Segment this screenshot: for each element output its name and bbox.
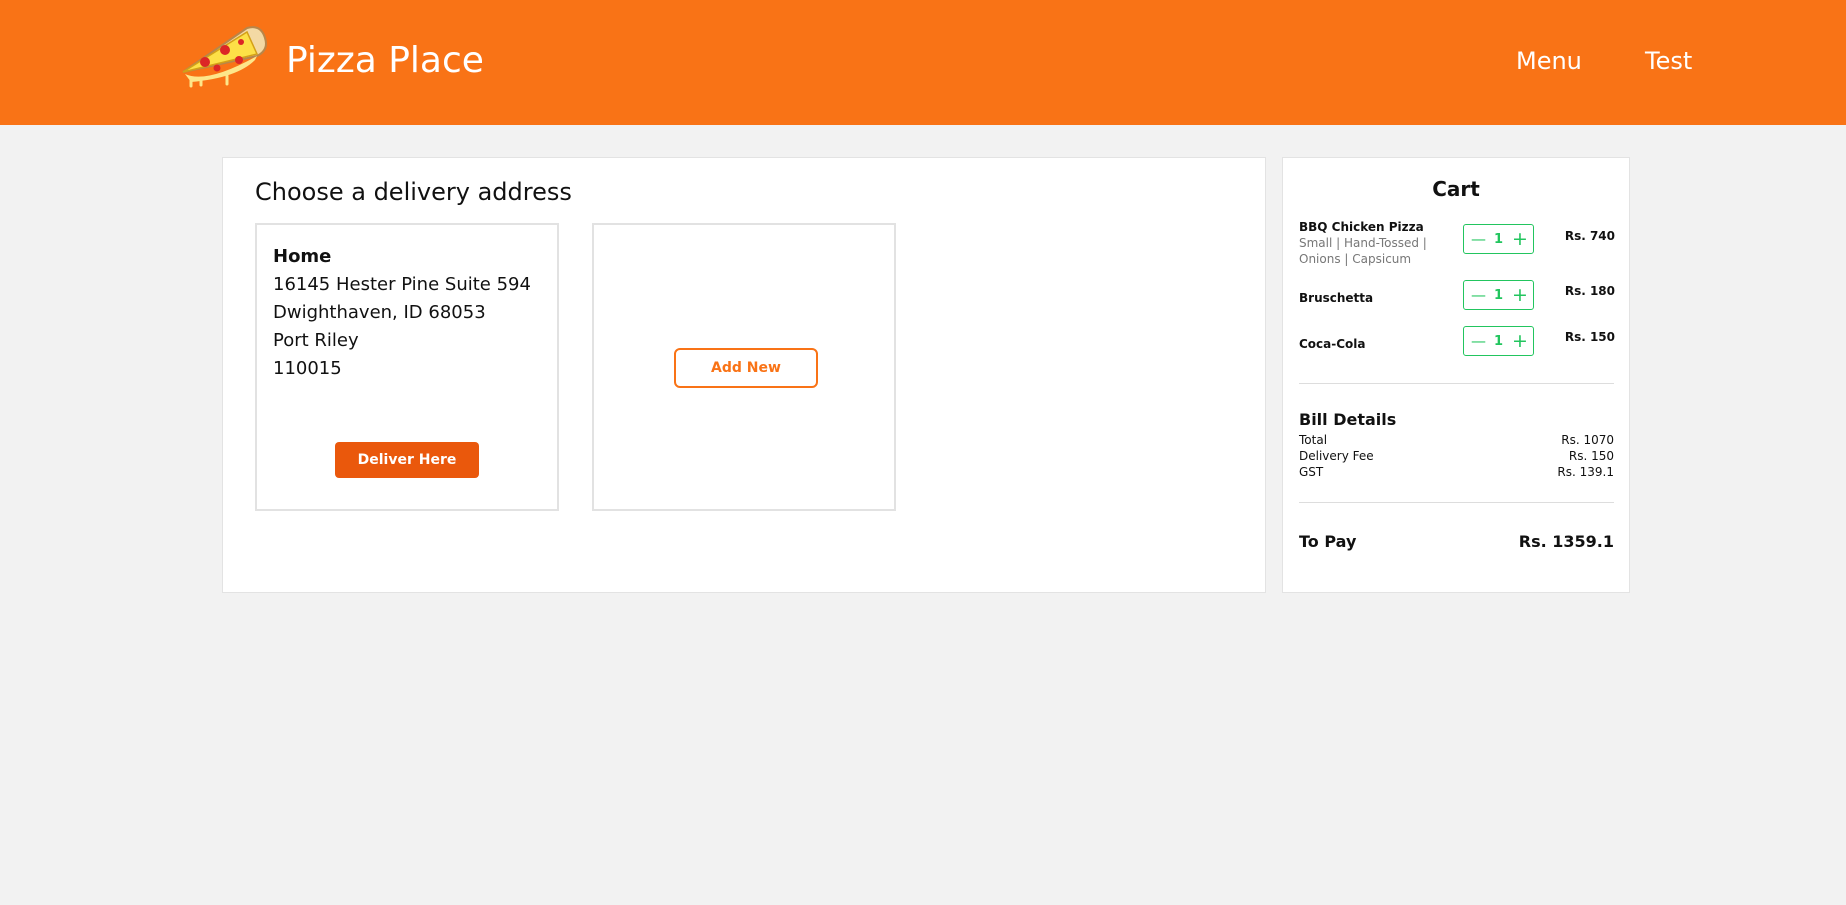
- cart-item-price: Rs. 180: [1564, 284, 1615, 298]
- cart-item-name: BBQ Chicken Pizza: [1299, 220, 1424, 234]
- quantity-value: 1: [1494, 334, 1504, 349]
- bill-label: GST: [1299, 465, 1324, 479]
- increase-quantity-button[interactable]: +: [1512, 284, 1528, 306]
- delivery-address-panel: Choose a delivery address Home 16145 Hes…: [222, 157, 1266, 593]
- nav-menu-link[interactable]: Menu: [1516, 46, 1582, 76]
- address-section-title: Choose a delivery address: [255, 178, 572, 206]
- quantity-stepper: — 1 +: [1463, 280, 1534, 310]
- quantity-stepper: — 1 +: [1463, 224, 1534, 254]
- bill-label: Total: [1299, 433, 1328, 447]
- cart-item-name: Coca-Cola: [1299, 337, 1366, 351]
- brand-name[interactable]: Pizza Place: [286, 39, 484, 83]
- increase-quantity-button[interactable]: +: [1512, 228, 1528, 250]
- divider: [1299, 383, 1614, 384]
- cart-item-price: Rs. 740: [1564, 229, 1615, 243]
- address-line: Port Riley: [273, 330, 359, 351]
- cart-panel: Cart BBQ Chicken Pizza Small | Hand-Toss…: [1282, 157, 1630, 593]
- address-card-add-new: Add New: [592, 223, 896, 511]
- nav-test-link[interactable]: Test: [1645, 46, 1692, 76]
- cart-item-name: Bruschetta: [1299, 291, 1374, 305]
- address-line: Dwighthaven, ID 68053: [273, 302, 486, 323]
- decrease-quantity-button[interactable]: —: [1471, 331, 1486, 351]
- cart-item-description: Small | Hand-Tossed | Onions | Capsicum: [1299, 236, 1427, 266]
- to-pay-amount: Rs. 1359.1: [1518, 532, 1614, 551]
- quantity-value: 1: [1494, 288, 1504, 303]
- decrease-quantity-button[interactable]: —: [1471, 285, 1486, 305]
- add-new-address-button[interactable]: Add New: [674, 348, 818, 388]
- increase-quantity-button[interactable]: +: [1512, 330, 1528, 352]
- to-pay-label: To Pay: [1299, 532, 1357, 551]
- divider: [1299, 502, 1614, 503]
- cart-title: Cart: [1432, 177, 1480, 201]
- quantity-stepper: — 1 +: [1463, 326, 1534, 356]
- site-header: Pizza Place Menu Test: [0, 0, 1846, 125]
- pizza-slice-icon[interactable]: [177, 22, 269, 88]
- cart-item-price: Rs. 150: [1564, 330, 1615, 344]
- address-pincode: 110015: [273, 358, 342, 379]
- bill-amount: Rs. 139.1: [1557, 465, 1614, 479]
- address-line: 16145 Hester Pine Suite 594: [273, 274, 531, 295]
- bill-label: Delivery Fee: [1299, 449, 1374, 463]
- address-card-home: Home 16145 Hester Pine Suite 594 Dwighth…: [255, 223, 559, 511]
- decrease-quantity-button[interactable]: —: [1471, 229, 1486, 249]
- bill-amount: Rs. 1070: [1561, 433, 1614, 447]
- deliver-here-button[interactable]: Deliver Here: [335, 442, 479, 478]
- bill-amount: Rs. 150: [1568, 449, 1614, 463]
- quantity-value: 1: [1494, 232, 1504, 247]
- bill-details-title: Bill Details: [1299, 410, 1397, 429]
- address-name: Home: [273, 246, 332, 267]
